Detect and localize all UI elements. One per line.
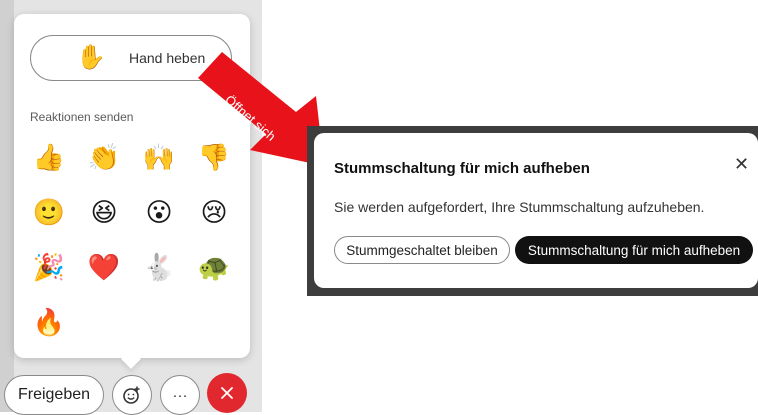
app-edge (0, 0, 14, 412)
end-call-button[interactable] (207, 373, 247, 413)
fire-emoji[interactable]: 🔥 (31, 305, 67, 341)
smiling-face-emoji[interactable]: 🙂 (31, 195, 67, 231)
surprised-face-emoji[interactable]: 😮 (141, 195, 177, 231)
stay-muted-button[interactable]: Stummgeschaltet bleiben (334, 236, 510, 264)
heart-emoji[interactable]: ❤️ (86, 250, 122, 286)
raised-hand-icon: ✋ (76, 44, 106, 71)
sad-face-emoji[interactable]: 😢 (196, 195, 232, 231)
smiley-add-icon (123, 386, 140, 404)
dialog-title: Stummschaltung für mich aufheben (334, 160, 590, 177)
raise-hand-label: Hand heben (129, 50, 206, 66)
more-icon: ··· (172, 386, 188, 404)
more-options-button[interactable]: ··· (160, 375, 200, 415)
unmute-button[interactable]: Stummschaltung für mich aufheben (515, 236, 753, 264)
thumbs-up-emoji[interactable]: 👍 (31, 140, 67, 176)
clapping-hands-emoji[interactable]: 👏 (86, 140, 122, 176)
rabbit-emoji[interactable]: 🐇 (141, 250, 177, 286)
close-icon (221, 387, 233, 399)
reactions-button[interactable] (112, 375, 152, 415)
unmute-dialog: Stummschaltung für mich aufheben ✕ Sie w… (314, 133, 758, 288)
turtle-emoji[interactable]: 🐢 (196, 250, 232, 286)
laughing-face-emoji[interactable]: 😆 (86, 195, 122, 231)
close-icon[interactable]: ✕ (734, 155, 749, 173)
dialog-message: Sie werden aufgefordert, Ihre Stummschal… (334, 199, 705, 215)
party-popper-emoji[interactable]: 🎉 (31, 250, 67, 286)
share-button[interactable]: Freigeben (4, 375, 104, 415)
send-reactions-label: Reaktionen senden (30, 110, 134, 124)
raising-hands-emoji[interactable]: 🙌 (141, 140, 177, 176)
